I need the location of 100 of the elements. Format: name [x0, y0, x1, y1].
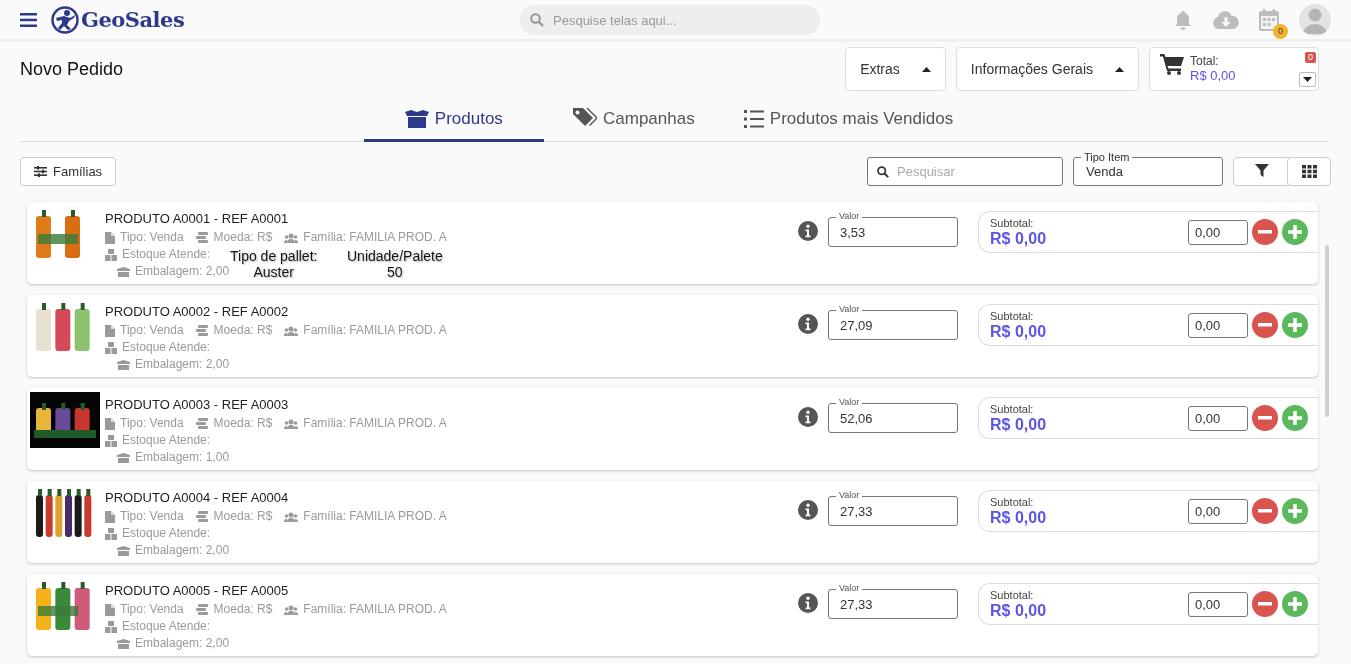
dropdown-button[interactable]: Extras [845, 47, 946, 91]
quantity-field[interactable]: 0,00 [1188, 498, 1248, 524]
currency-text: Moeda: R$ [213, 229, 273, 246]
total-value: R$ 0,00 [1190, 68, 1236, 83]
product-name: PRODUTO A0004 - REF A0004 [105, 490, 290, 506]
info-icon[interactable] [798, 500, 818, 520]
scrollbar[interactable] [1325, 245, 1329, 417]
plus-icon [1288, 597, 1302, 611]
tab[interactable]: Produtos mais Vendidos [723, 98, 974, 142]
minus-button[interactable] [1252, 405, 1278, 431]
plus-button[interactable] [1282, 591, 1308, 617]
box-icon [117, 266, 130, 277]
stock-text: Estoque Atende: [122, 339, 211, 356]
family-text: Família: FAMILIA PROD. A [303, 415, 447, 432]
search-field[interactable]: Pesquisar [867, 156, 1063, 186]
box-icon [117, 638, 130, 649]
field-label: Tipo Item [1081, 150, 1133, 163]
grid-view-button[interactable] [1287, 156, 1331, 186]
plus-icon [1288, 225, 1302, 239]
users-icon [284, 511, 299, 522]
minus-button[interactable] [1252, 498, 1278, 524]
plus-button[interactable] [1282, 312, 1308, 338]
family-text: Família: FAMILIA PROD. A [303, 601, 447, 618]
search-icon [530, 13, 544, 27]
stock-text: Estoque Atende: [122, 432, 211, 449]
boxes-icon [404, 109, 429, 128]
minus-button[interactable] [1252, 312, 1278, 338]
quantity-field[interactable]: 0,00 [1188, 312, 1248, 338]
minus-icon [1258, 416, 1272, 420]
currency-text: Moeda: R$ [213, 415, 273, 432]
plus-button[interactable] [1282, 498, 1308, 524]
caret-icon [1115, 66, 1124, 72]
search-field[interactable]: Pesquise telas aqui... [520, 5, 820, 35]
subtotal-value: R$ 0,00 [990, 507, 1047, 527]
logo-text: GeoSales [81, 7, 185, 32]
info-icon[interactable] [798, 593, 818, 613]
tab[interactable]: Produtos [363, 98, 544, 142]
search-icon [877, 165, 889, 178]
plus-button[interactable] [1282, 405, 1308, 431]
quantity-field[interactable]: 0,00 [1188, 219, 1248, 245]
info-icon[interactable] [798, 407, 818, 427]
total-label: Total: [1190, 54, 1220, 68]
type-text: Tipo: Venda [120, 322, 184, 339]
field-label: Valor [836, 211, 863, 222]
product-name: PRODUTO A0005 - REF A0005 [105, 583, 290, 599]
packaging-text: Embalagem: 2,00 [135, 264, 230, 280]
cart-icon [1160, 54, 1184, 75]
subtotal-value: R$ 0,00 [990, 321, 1047, 341]
subtotal-label: Subtotal: [990, 588, 1035, 601]
info-icon[interactable] [798, 314, 818, 334]
document-icon [105, 417, 115, 430]
minus-button[interactable] [1252, 591, 1278, 617]
minus-button[interactable] [1252, 219, 1278, 245]
type-text: Tipo: Venda [120, 229, 184, 246]
coins-icon [195, 418, 209, 429]
coins-icon [195, 511, 209, 522]
stock-text: Estoque Atende: [122, 525, 211, 542]
document-icon [105, 603, 115, 616]
cart-total-panel[interactable]: Total: R$ 0,00 0 [1149, 47, 1319, 91]
info-icon[interactable] [798, 221, 818, 241]
document-icon [105, 510, 115, 523]
minus-icon [1258, 509, 1272, 513]
dropdown-button[interactable]: Informações Gerais [955, 47, 1139, 91]
users-icon [284, 604, 299, 615]
tab[interactable]: Campanhas [543, 98, 724, 142]
runner-logo-icon [51, 5, 79, 34]
boxes-icon [105, 434, 117, 447]
boxes-icon [105, 527, 117, 540]
count-badge: 0 [1305, 52, 1316, 63]
minus-icon [1258, 323, 1272, 327]
field-label: Valor [836, 490, 863, 501]
menu-icon[interactable] [20, 12, 37, 27]
packaging-text: Embalagem: 2,00 [135, 635, 230, 652]
packaging-text: Embalagem: 2,00 [135, 356, 230, 373]
subtotal-label: Subtotal: [990, 309, 1035, 322]
tooltip-text: Tipo de pallet: Auster [230, 248, 318, 280]
sliders-icon [34, 165, 47, 177]
caret-icon [1303, 77, 1312, 82]
users-icon [284, 418, 299, 429]
currency-text: Moeda: R$ [213, 601, 273, 618]
subtotal-value: R$ 0,00 [990, 414, 1047, 434]
dropdown-button[interactable] [1299, 72, 1316, 87]
users-icon [284, 232, 299, 243]
quantity-field[interactable]: 0,00 [1188, 405, 1248, 431]
families-button[interactable]: Famílias [20, 156, 117, 186]
type-text: Tipo: Venda [120, 415, 184, 432]
packaging-text: Embalagem: 2,00 [135, 542, 230, 559]
tooltip-text: Unidade/Palete 50 [347, 248, 443, 280]
family-text: Família: FAMILIA PROD. A [303, 508, 447, 525]
box-icon [117, 452, 130, 463]
currency-text: Moeda: R$ [213, 322, 273, 339]
minus-icon [1258, 602, 1272, 606]
coins-icon [195, 232, 209, 243]
boxes-icon [105, 620, 117, 633]
minus-icon [1258, 230, 1272, 234]
quantity-field[interactable]: 0,00 [1188, 591, 1248, 617]
type-text: Tipo: Venda [120, 601, 184, 618]
currency-text: Moeda: R$ [213, 508, 273, 525]
coins-icon [195, 604, 209, 615]
plus-button[interactable] [1282, 219, 1308, 245]
